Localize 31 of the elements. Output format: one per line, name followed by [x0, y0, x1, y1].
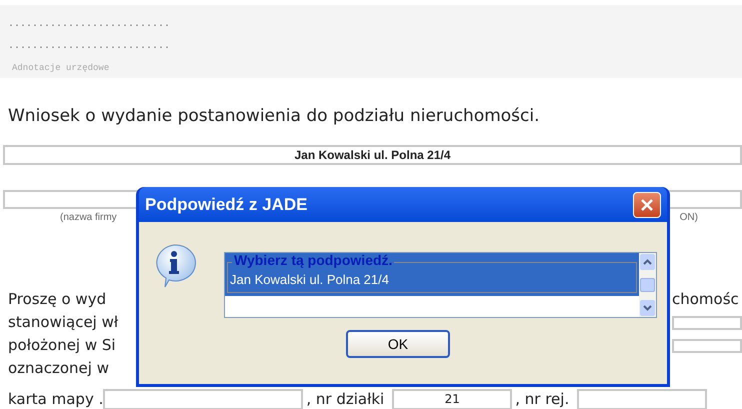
annotation-caption: Adnotacje urzędowe [11, 63, 110, 73]
dotted-line: ........................... [8, 41, 172, 53]
scroll-thumb[interactable] [640, 278, 655, 292]
applicant-field[interactable]: Jan Kowalski ul. Polna 21/4 [3, 145, 742, 165]
register-field[interactable] [577, 388, 708, 409]
text-field[interactable] [672, 316, 742, 330]
chevron-up-icon [643, 259, 652, 265]
paragraph-text: oznaczonej w [8, 358, 109, 380]
ok-button[interactable]: OK [346, 330, 450, 358]
close-button[interactable] [633, 192, 661, 218]
scrollbar[interactable] [639, 253, 656, 317]
close-icon [640, 198, 654, 212]
chevron-down-icon [643, 305, 652, 311]
company-caption: ON) [680, 212, 698, 224]
scroll-up-button[interactable] [640, 254, 655, 270]
suggestion-legend: Wybierz tą podpowiedź. [232, 253, 394, 268]
paragraph-text: chomośc [672, 289, 740, 310]
register-label: , nr rej. [515, 388, 570, 409]
form-title: Wniosek o wydanie postanowienia do podziału nieruchomości. [7, 105, 541, 127]
dialog-title: Podpowiedź z JADE [145, 194, 308, 216]
map-label: karta mapy . [8, 388, 104, 409]
plot-label: , nr działki [306, 388, 384, 409]
scroll-down-button[interactable] [640, 300, 655, 316]
paragraph-text: położonej w Si [8, 335, 116, 356]
text-field[interactable] [672, 338, 742, 352]
suggestion-text: Jan Kowalski ul. Polna 21/4 [230, 272, 389, 287]
dotted-line: ........................... [8, 19, 172, 31]
paragraph-text: stanowiącej wł [8, 312, 118, 334]
company-caption: (nazwa firmy [60, 212, 117, 224]
suggestion-item[interactable]: Wybierz tą podpowiedź. Jan Kowalski ul. Polna 21/4 [225, 253, 639, 296]
paragraph-text: Proszę o wyd [8, 289, 106, 310]
